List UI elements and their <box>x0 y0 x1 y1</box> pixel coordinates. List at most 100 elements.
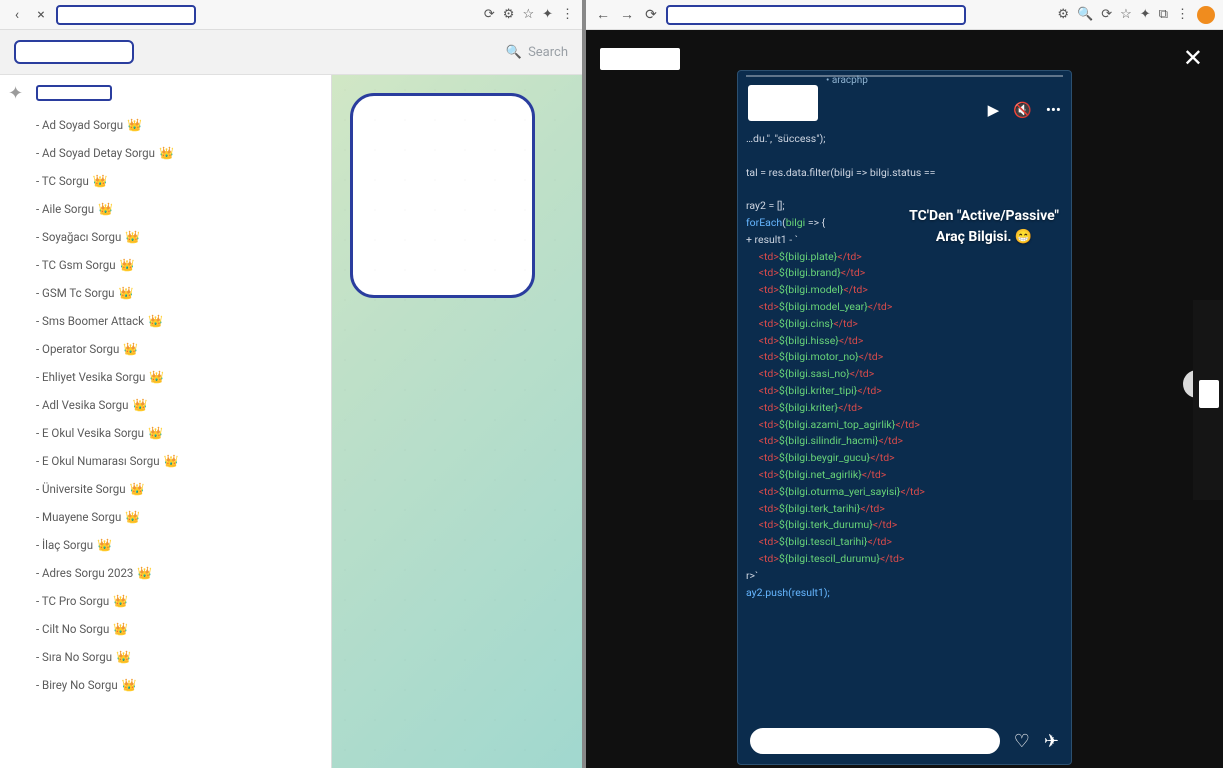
menu-item[interactable]: - İlaç Sorgu 👑 <box>36 531 313 559</box>
menu-item[interactable]: - E Okul Numarası Sorgu 👑 <box>36 447 313 475</box>
menu-item-label: - Sıra No Sorgu <box>36 650 112 664</box>
story-user-box[interactable] <box>748 85 818 121</box>
message-input[interactable] <box>750 728 1000 754</box>
telegram-body: ✦ - Ad Soyad Sorgu 👑- Ad Soyad Detay Sor… <box>0 75 582 768</box>
menu-item[interactable]: - Muayene Sorgu 👑 <box>36 503 313 531</box>
menu-item[interactable]: - E Okul Vesika Sorgu 👑 <box>36 419 313 447</box>
menu-item-label: - TC Pro Sorgu <box>36 594 109 608</box>
refresh-icon[interactable]: ⟳ <box>1101 7 1112 22</box>
crown-icon: 👑 <box>125 230 140 244</box>
menu-item[interactable]: - TC Sorgu 👑 <box>36 167 313 195</box>
menu-item-label: - İlaç Sorgu <box>36 538 93 552</box>
crown-icon: 👑 <box>120 258 135 272</box>
star-icon[interactable]: ☆ <box>1120 7 1132 22</box>
menu-item[interactable]: - Cilt No Sorgu 👑 <box>36 615 313 643</box>
menu-item[interactable]: - Aile Sorgu 👑 <box>36 195 313 223</box>
menu-icon[interactable]: ⋮ <box>561 7 574 22</box>
menu-item[interactable]: - Ad Soyad Sorgu 👑 <box>36 111 313 139</box>
more-icon[interactable]: ••• <box>1046 101 1061 119</box>
menu-item[interactable]: - Ehliyet Vesika Sorgu 👑 <box>36 363 313 391</box>
menu-item[interactable]: - Soyağacı Sorgu 👑 <box>36 223 313 251</box>
left-browser-window: ‹ × ⟳ ⚙ ☆ ✦ ⋮ 🔍 Search ✦ - Ad Soyad Sorg… <box>0 0 586 768</box>
search-box[interactable]: 🔍 Search <box>506 45 568 60</box>
right-browser-toolbar: ← → ⟳ ⚙ 🔍 ⟳ ☆ ✦ ⧉ ⋮ <box>586 0 1223 30</box>
close-icon[interactable]: ✕ <box>1183 44 1203 72</box>
menu-item[interactable]: - Birey No Sorgu 👑 <box>36 671 313 699</box>
crown-icon: 👑 <box>149 370 164 384</box>
menu-item-label: - Ad Soyad Sorgu <box>36 118 123 132</box>
send-icon[interactable]: ✈ <box>1044 731 1059 752</box>
menu-icon[interactable]: ⋮ <box>1176 7 1189 22</box>
crown-icon: 👑 <box>113 622 128 636</box>
crown-icon: 👑 <box>123 342 138 356</box>
story-footer: ♡ ✈ <box>750 728 1059 754</box>
crown-icon: 👑 <box>93 174 108 188</box>
gear-icon[interactable]: ⚙ <box>1057 7 1069 22</box>
menu-item[interactable]: - TC Pro Sorgu 👑 <box>36 587 313 615</box>
search-icon[interactable]: 🔍 <box>1077 7 1093 22</box>
menu-item-label: - Aile Sorgu <box>36 202 94 216</box>
code-screenshot: …du.", "süccess"); tal = res.data.filter… <box>746 131 1063 714</box>
menu-item-label: - Operator Sorgu <box>36 342 119 356</box>
settings-icon[interactable]: ⚙ <box>503 7 515 22</box>
menu-item[interactable]: - GSM Tc Sorgu 👑 <box>36 279 313 307</box>
media-panel <box>332 75 582 768</box>
story-viewer: • aracphp ▶ 🔇 ••• TC'Den "Active/Passive… <box>737 70 1072 765</box>
message-list[interactable]: ✦ - Ad Soyad Sorgu 👑- Ad Soyad Detay Sor… <box>0 75 332 768</box>
panels-icon[interactable]: ⧉ <box>1159 7 1168 22</box>
menu-item-label: - Soyağacı Sorgu <box>36 230 121 244</box>
page-badge <box>600 48 680 70</box>
crown-icon: 👑 <box>97 538 112 552</box>
menu-item-label: - Ad Soyad Detay Sorgu <box>36 146 155 160</box>
address-bar[interactable] <box>56 5 196 25</box>
menu-item[interactable]: - Sms Boomer Attack 👑 <box>36 307 313 335</box>
menu-item[interactable]: - Operator Sorgu 👑 <box>36 335 313 363</box>
bot-name-box <box>36 85 112 101</box>
search-placeholder: Search <box>528 45 568 60</box>
menu-item-label: - E Okul Vesika Sorgu <box>36 426 144 440</box>
menu-item[interactable]: - Üniversite Sorgu 👑 <box>36 475 313 503</box>
address-bar[interactable] <box>666 5 966 25</box>
back-icon[interactable]: ← <box>594 6 612 24</box>
menu-item-label: - TC Sorgu <box>36 174 89 188</box>
menu-item[interactable]: - TC Gsm Sorgu 👑 <box>36 251 313 279</box>
menu-item[interactable]: - Adres Sorgu 2023 👑 <box>36 559 313 587</box>
chat-title-box[interactable] <box>14 40 134 64</box>
search-icon: 🔍 <box>506 45 522 60</box>
menu-item-label: - Birey No Sorgu <box>36 678 118 692</box>
telegram-header: 🔍 Search <box>0 30 582 75</box>
extension-icons: ⟳ ⚙ ☆ ✦ ⋮ <box>484 7 574 22</box>
forward-icon[interactable]: → <box>618 6 636 24</box>
menu-item-label: - Adres Sorgu 2023 <box>36 566 133 580</box>
pin-icon: ✦ <box>8 83 23 104</box>
crown-icon: 👑 <box>132 398 147 412</box>
mute-icon[interactable]: 🔇 <box>1013 101 1032 119</box>
close-tab-icon[interactable]: × <box>32 6 50 24</box>
menu-item[interactable]: - Sıra No Sorgu 👑 <box>36 643 313 671</box>
side-strip <box>1193 300 1223 500</box>
heart-icon[interactable]: ♡ <box>1014 731 1030 752</box>
extensions-icon[interactable]: ✦ <box>1140 7 1151 22</box>
menu-item-label: - E Okul Numarası Sorgu <box>36 454 160 468</box>
left-browser-toolbar: ‹ × ⟳ ⚙ ☆ ✦ ⋮ <box>0 0 582 30</box>
reload-icon[interactable]: ⟳ <box>484 7 495 22</box>
play-icon[interactable]: ▶ <box>988 101 1000 119</box>
profile-avatar[interactable] <box>1197 6 1215 24</box>
back-icon[interactable]: ‹ <box>8 6 26 24</box>
reload-icon[interactable]: ⟳ <box>642 6 660 24</box>
menu-item-label: - Adl Vesika Sorgu <box>36 398 128 412</box>
crown-icon: 👑 <box>127 118 142 132</box>
story-progress-bar <box>746 75 1063 77</box>
extensions-icon[interactable]: ✦ <box>542 7 553 22</box>
menu-item-label: - Üniversite Sorgu <box>36 482 126 496</box>
crown-icon: 👑 <box>148 426 163 440</box>
star-icon[interactable]: ☆ <box>522 7 534 22</box>
menu-item[interactable]: - Adl Vesika Sorgu 👑 <box>36 391 313 419</box>
menu-item-label: - TC Gsm Sorgu <box>36 258 116 272</box>
image-preview[interactable] <box>350 93 535 298</box>
crown-icon: 👑 <box>125 510 140 524</box>
menu-item[interactable]: - Ad Soyad Detay Sorgu 👑 <box>36 139 313 167</box>
crown-icon: 👑 <box>122 678 137 692</box>
menu-item-label: - Cilt No Sorgu <box>36 622 109 636</box>
crown-icon: 👑 <box>113 594 128 608</box>
